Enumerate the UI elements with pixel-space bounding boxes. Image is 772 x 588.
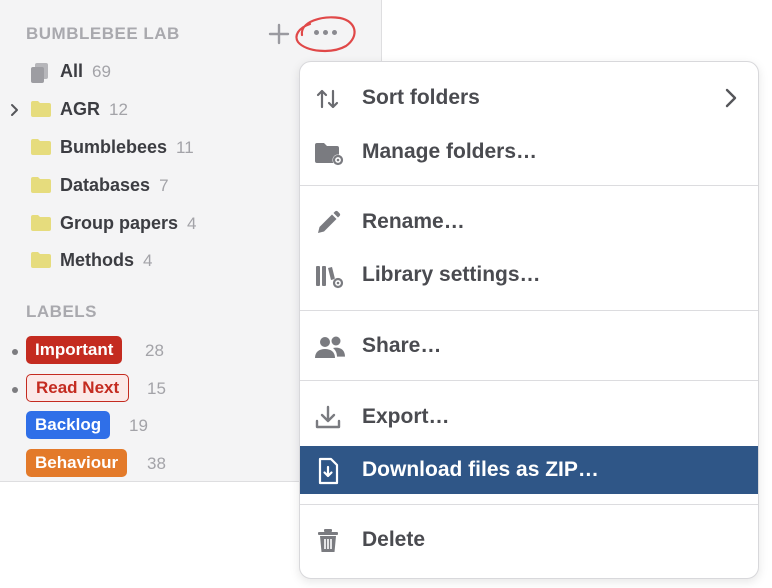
library-context-menu: Sort folders Manage folders… Rename… Lib… [299,61,759,579]
folder-label: Bumblebees 11 [60,137,194,157]
library-title: BUMBLEBEE LAB [26,24,180,43]
sidebar-folder-databases[interactable]: Databases 7 [0,171,300,201]
chevron-right-icon [724,87,738,114]
chevron-right-icon[interactable] [10,103,20,122]
menu-item-sort-folders[interactable]: Sort folders [300,74,758,122]
sort-icon [314,85,342,113]
menu-item-share[interactable]: Share… [300,322,758,370]
users-icon [314,333,345,361]
sidebar-item-label: All 69 [60,61,111,81]
label-chip[interactable]: Behaviour [26,449,128,477]
folder-gear-icon [314,139,344,167]
folder-icon [30,176,52,199]
menu-separator [300,380,758,381]
sidebar-item-all[interactable]: All 69 [0,57,300,87]
folder-icon [30,214,52,237]
label-count: 28 [145,341,164,360]
menu-item-label: Delete [362,528,426,551]
library-gear-icon [314,262,344,290]
menu-item-label: Manage folders… [362,140,538,163]
label-count: 15 [147,379,166,398]
library-header-actions [266,18,292,50]
folder-label: Group papers 4 [60,213,197,233]
folder-icon [30,100,52,123]
label-item-backlog[interactable]: Backlog 19 [0,409,300,443]
sidebar-folder-methods[interactable]: Methods 4 [0,246,300,276]
more-horizontal-icon [313,29,337,35]
sidebar-folder-agr[interactable]: AGR 12 [0,95,300,125]
menu-item-delete[interactable]: Delete [300,516,758,564]
menu-separator [300,504,758,505]
label-item-behaviour[interactable]: Behaviour 38 [0,447,300,481]
menu-item-library-settings[interactable]: Library settings… [300,251,758,299]
pencil-icon [314,209,342,237]
folder-label: AGR 12 [60,99,128,119]
trash-icon [314,527,342,555]
folder-icon [30,251,52,274]
label-chip[interactable]: Important [26,336,123,364]
menu-item-manage-folders[interactable]: Manage folders… [300,128,758,176]
menu-separator [300,310,758,311]
label-dot [12,387,18,393]
label-chip[interactable]: Backlog [26,411,111,439]
menu-separator [300,185,758,186]
menu-item-rename[interactable]: Rename… [300,198,758,246]
documents-icon [30,62,50,89]
label-item-important[interactable]: Important 28 [0,334,300,368]
folder-label: Databases 7 [60,175,169,195]
folder-label: Methods 4 [60,250,153,270]
menu-item-label: Download files as ZIP… [362,458,599,481]
label-dot [12,349,18,355]
more-options-button[interactable] [292,10,358,54]
sidebar-folder-group-papers[interactable]: Group papers 4 [0,209,300,239]
menu-item-label: Sort folders [362,86,480,109]
menu-item-label: Share… [362,334,442,357]
file-download-icon [314,457,342,485]
folder-icon [30,138,52,161]
menu-item-label: Export… [362,405,450,428]
menu-item-download-zip[interactable]: Download files as ZIP… [300,446,758,494]
label-item-read-next[interactable]: Read Next 15 [0,372,300,406]
label-chip[interactable]: Read Next [26,374,130,402]
download-tray-icon [314,404,342,432]
menu-item-label: Library settings… [362,263,541,286]
labels-section-title: LABELS [26,302,97,321]
sidebar-folder-bumblebees[interactable]: Bumblebees 11 [0,133,300,163]
label-count: 38 [147,454,166,473]
label-count: 19 [129,416,148,435]
menu-item-export[interactable]: Export… [300,393,758,441]
menu-item-label: Rename… [362,210,465,233]
plus-icon[interactable] [266,21,292,47]
